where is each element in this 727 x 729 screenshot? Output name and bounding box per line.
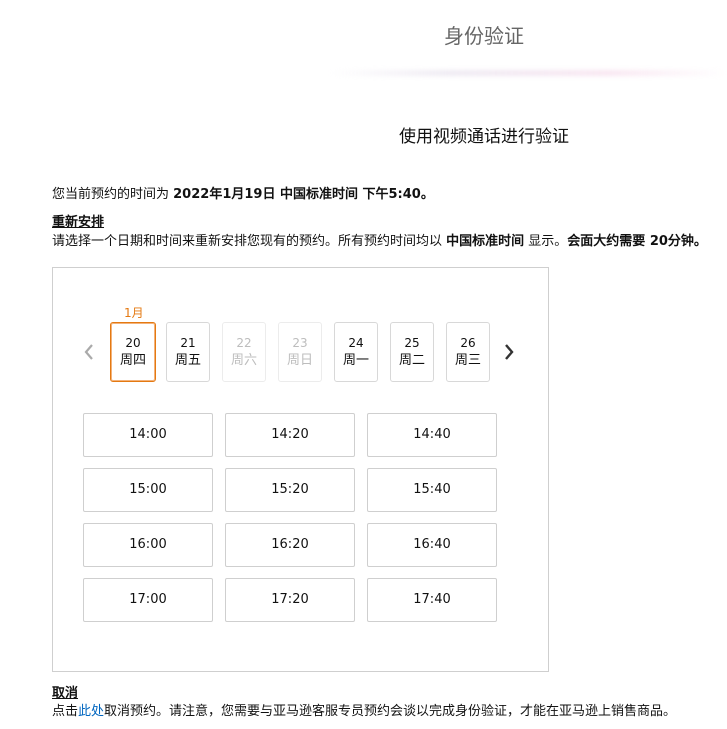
date-card[interactable]: 21 周五 bbox=[166, 322, 210, 382]
time-slot-button[interactable]: 14:00 bbox=[83, 413, 213, 457]
time-slot-button[interactable]: 17:00 bbox=[83, 578, 213, 622]
date-number: 21 bbox=[180, 336, 196, 350]
date-card: 23 周日 bbox=[278, 322, 322, 382]
date-card[interactable]: 26 周三 bbox=[446, 322, 490, 382]
date-weekday: 周二 bbox=[398, 353, 425, 368]
reschedule-desc-prefix: 请选择一个日期和时间来重新安排您现有的预约。所有预约时间均以 bbox=[52, 234, 447, 249]
time-slot-button[interactable]: 16:00 bbox=[83, 523, 213, 567]
date-weekday: 周五 bbox=[174, 353, 201, 368]
date-number: 22 bbox=[236, 336, 252, 350]
time-slot-button[interactable]: 17:20 bbox=[225, 578, 355, 622]
cancel-link[interactable]: 此处 bbox=[78, 704, 104, 719]
date-card[interactable]: 24 周一 bbox=[334, 322, 378, 382]
reschedule-desc-mid: 显示。 bbox=[524, 234, 568, 249]
date-number: 24 bbox=[348, 336, 364, 350]
current-appointment: 您当前预约的时间为 2022年1月19日 中国标准时间 下午5:40。 bbox=[52, 183, 434, 202]
next-dates-button[interactable] bbox=[502, 342, 516, 362]
date-weekday: 周一 bbox=[342, 353, 369, 368]
current-appointment-prefix: 您当前预约的时间为 bbox=[52, 187, 174, 202]
date-weekday: 周六 bbox=[230, 353, 257, 368]
current-appointment-datetime: 2022年1月19日 中国标准时间 下午5:40。 bbox=[173, 187, 434, 202]
time-slot-button[interactable]: 15:40 bbox=[367, 468, 497, 512]
reschedule-timezone: 中国标准时间 bbox=[446, 234, 525, 249]
date-card[interactable]: 25 周二 bbox=[390, 322, 434, 382]
date-weekday: 周四 bbox=[119, 353, 146, 368]
page-title: 使用视频通话进行验证 bbox=[399, 127, 569, 147]
cancel-description: 点击此处取消预约。请注意，您需要与亚马逊客服专员预约会谈以完成身份验证，才能在亚… bbox=[52, 700, 676, 719]
time-slot-button[interactable]: 17:40 bbox=[367, 578, 497, 622]
month-label: 1月 bbox=[124, 306, 144, 320]
cancel-title: 取消 bbox=[52, 686, 79, 701]
date-weekday: 周三 bbox=[454, 353, 481, 368]
date-number: 26 bbox=[460, 336, 476, 350]
time-slot-button[interactable]: 16:40 bbox=[367, 523, 497, 567]
cancel-prefix: 点击 bbox=[52, 704, 79, 719]
time-slot-button[interactable]: 14:40 bbox=[367, 413, 497, 457]
date-number: 25 bbox=[404, 336, 420, 350]
time-slot-button[interactable]: 15:00 bbox=[83, 468, 213, 512]
reschedule-duration: 会面大约需要 20分钟。 bbox=[567, 234, 707, 249]
header: 身份验证 bbox=[0, 0, 727, 76]
date-number: 20 bbox=[125, 336, 141, 350]
date-card[interactable]: 20 周四 bbox=[110, 322, 156, 382]
reschedule-title: 重新安排 bbox=[52, 215, 105, 230]
chevron-right-icon bbox=[505, 344, 514, 360]
time-slot-button[interactable]: 16:20 bbox=[225, 523, 355, 567]
header-divider bbox=[330, 70, 727, 76]
prev-dates-button[interactable] bbox=[82, 342, 96, 362]
header-title: 身份验证 bbox=[444, 24, 524, 48]
time-slot-button[interactable]: 15:20 bbox=[225, 468, 355, 512]
reschedule-description: 请选择一个日期和时间来重新安排您现有的预约。所有预约时间均以 中国标准时间 显示… bbox=[52, 230, 707, 249]
time-slot-button[interactable]: 14:20 bbox=[225, 413, 355, 457]
chevron-left-icon bbox=[84, 344, 93, 360]
date-weekday: 周日 bbox=[286, 353, 313, 368]
date-card: 22 周六 bbox=[222, 322, 266, 382]
cancel-suffix: 取消预约。请注意，您需要与亚马逊客服专员预约会谈以完成身份验证，才能在亚马逊上销… bbox=[104, 704, 677, 719]
date-number: 23 bbox=[292, 336, 308, 350]
